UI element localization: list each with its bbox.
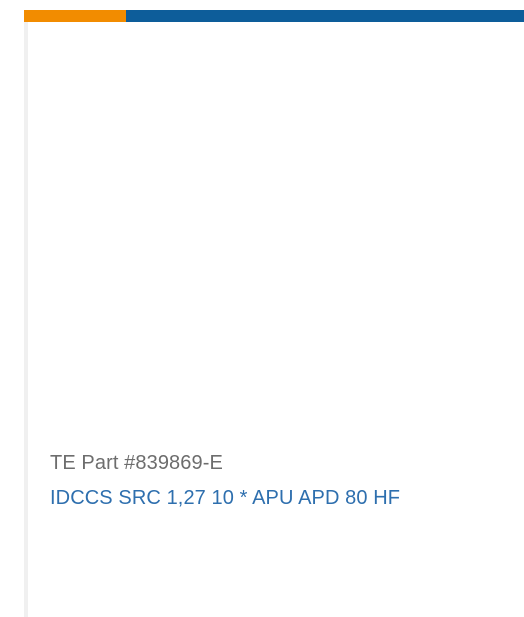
card-top-bar bbox=[24, 10, 524, 22]
part-number: TE Part #839869-E bbox=[50, 452, 223, 474]
brand-stripe bbox=[126, 10, 524, 22]
product-name-link[interactable]: IDCCS SRC 1,27 10 * APU APD 80 HF bbox=[50, 487, 400, 510]
product-card[interactable]: TE Part #839869-E IDCCS SRC 1,27 10 * AP… bbox=[0, 0, 524, 617]
product-image[interactable] bbox=[28, 22, 524, 437]
accent-stripe bbox=[24, 10, 126, 22]
